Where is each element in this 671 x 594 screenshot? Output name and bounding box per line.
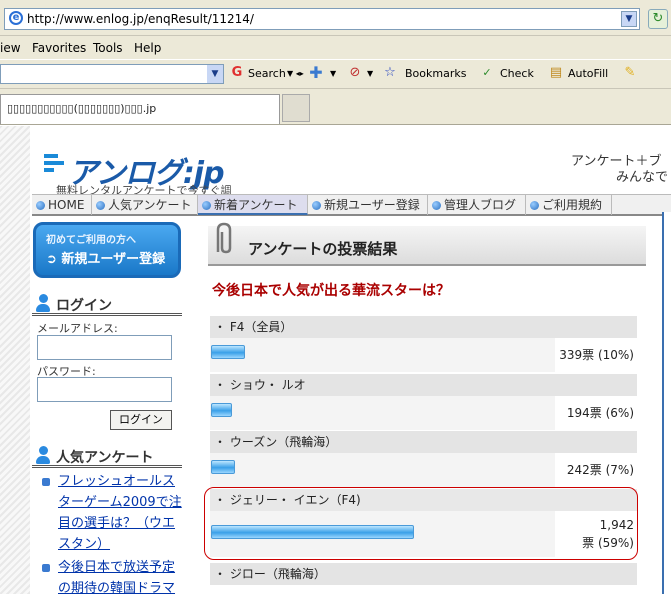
- option-label: ・ ショウ・ ルオ: [210, 374, 637, 396]
- highlighter-icon[interactable]: ✎: [622, 65, 638, 81]
- popular-link-1[interactable]: フレッシュオールスターゲーム2009で注目の選手は？（ウエスタン）: [58, 471, 182, 555]
- toolbar-check-button[interactable]: Check: [500, 67, 534, 80]
- result-option: ・ ショウ・ ルオ 194票 (6%): [210, 374, 637, 430]
- result-title: アンケートの投票結果: [248, 240, 398, 258]
- toolbar-search-input[interactable]: ▼: [0, 64, 224, 84]
- toolbar-autofill-button[interactable]: AutoFill: [568, 67, 608, 80]
- highlight-outline: [204, 487, 638, 560]
- nav-terms[interactable]: ご利用規約: [526, 195, 612, 215]
- option-bar-row: 194票 (6%): [210, 396, 637, 430]
- vote-count: 194票 (6%): [555, 396, 637, 430]
- option-label: ・ F4（全員）: [210, 316, 637, 338]
- password-field[interactable]: [37, 377, 172, 402]
- email-field[interactable]: [37, 335, 172, 360]
- browser-chrome: e http://www.enlog.jp/enqResult/11214/ ▼…: [0, 0, 671, 125]
- option-bar-row: 242票 (7%): [210, 453, 637, 487]
- url-input[interactable]: e http://www.enlog.jp/enqResult/11214/ ▼: [4, 8, 640, 30]
- site-slogan-line2: みんなで: [616, 170, 669, 185]
- result-option: ・ F4（全員） 339票 (10%): [210, 316, 637, 372]
- register-banner-subtitle: 初めてご利用の方へ: [46, 235, 136, 246]
- site-nav: HOME 人気アンケート 新着アンケート 新規ユーザー登録 管理人ブログ ご利用…: [32, 194, 671, 216]
- tab-bar: ▯▯▯▯▯▯▯▯▯▯▯(▯▯▯▯▯▯▯)▯▯▯.jp: [0, 90, 671, 125]
- vote-count: 339票 (10%): [555, 338, 637, 372]
- web-page: アンログ:jp 無料レンタルアンケートで今すぐ調 アンケート＋ブ みんなで HO…: [0, 126, 671, 594]
- popular-link-2[interactable]: 今後日本で放送予定の期待の韓国ドラマ: [58, 557, 182, 594]
- vote-count: 242票 (7%): [555, 453, 637, 487]
- popup-blocker-icon[interactable]: ⊘: [347, 65, 363, 81]
- bullet-icon: [312, 201, 321, 210]
- person-icon: [36, 446, 50, 466]
- chevron-down-icon[interactable]: ▼: [330, 69, 336, 78]
- person-icon: [36, 294, 50, 314]
- vote-bar: [211, 403, 232, 417]
- bullet-icon: [96, 201, 105, 210]
- google-icon: G: [231, 65, 243, 80]
- address-bar: e http://www.enlog.jp/enqResult/11214/ ▼…: [0, 0, 671, 36]
- vote-bar: [211, 345, 245, 359]
- nav-popular[interactable]: 人気アンケート: [92, 195, 198, 215]
- toolbar-bookmarks-button[interactable]: Bookmarks: [405, 67, 466, 80]
- menu-tools[interactable]: Tools: [93, 41, 123, 55]
- toolbar-search-button[interactable]: Search: [248, 67, 286, 80]
- autofill-icon[interactable]: ▤: [548, 65, 564, 81]
- login-button[interactable]: ログイン: [110, 410, 172, 430]
- star-icon[interactable]: ☆: [382, 65, 398, 81]
- url-text: http://www.enlog.jp/enqResult/11214/: [27, 12, 254, 26]
- plus-icon[interactable]: ✚: [308, 65, 324, 81]
- new-tab-button[interactable]: [282, 94, 310, 122]
- option-bar-row: 339票 (10%): [210, 338, 637, 372]
- chevron-down-icon[interactable]: ▼: [621, 11, 637, 27]
- nav-admin-blog[interactable]: 管理人ブログ: [428, 195, 526, 215]
- list-bullet-icon: [42, 564, 50, 572]
- register-banner-title: ➲ 新規ユーザー登録: [46, 252, 166, 267]
- chevron-down-icon[interactable]: ▼ ◂▸: [287, 69, 304, 78]
- bullet-icon: [36, 201, 45, 210]
- popular-heading: 人気アンケート: [32, 444, 182, 468]
- email-label: メールアドレス:: [37, 322, 118, 335]
- login-heading: ログイン: [32, 292, 182, 316]
- option-label: ・ ウーズン（飛輪海）: [210, 431, 637, 453]
- tab-title: ▯▯▯▯▯▯▯▯▯▯▯(▯▯▯▯▯▯▯)▯▯▯.jp: [7, 102, 157, 115]
- menu-favorites[interactable]: Favorites: [32, 41, 86, 55]
- bullet-icon: [530, 201, 539, 210]
- bullet-icon: [432, 201, 441, 210]
- site-logo[interactable]: アンログ:jp: [44, 148, 225, 191]
- result-option: ・ ウーズン（飛輪海） 242票 (7%): [210, 431, 637, 487]
- bullet-icon: [202, 201, 211, 210]
- toolbar: ▼ G Search ▼ ◂▸ ✚ ▼ ⊘ ▼ ☆ Bookmarks ✓ Ch…: [0, 59, 671, 89]
- paperclip-icon: [216, 222, 232, 254]
- menu-bar: iew Favorites Tools Help: [0, 37, 671, 59]
- browser-tab-active[interactable]: ▯▯▯▯▯▯▯▯▯▯▯(▯▯▯▯▯▯▯)▯▯▯.jp: [0, 94, 280, 124]
- nav-register[interactable]: 新規ユーザー登録: [308, 195, 428, 215]
- refresh-go-icon[interactable]: ↻: [648, 9, 668, 29]
- register-banner-button[interactable]: 初めてご利用の方へ ➲ 新規ユーザー登録: [33, 222, 181, 278]
- site-tagline: 無料レンタルアンケートで今すぐ調: [56, 184, 232, 194]
- result-option: ・ ジロー（飛輪海）: [210, 563, 637, 585]
- spellcheck-icon[interactable]: ✓: [479, 65, 495, 81]
- nav-home[interactable]: HOME: [32, 195, 92, 215]
- right-column-edge: [662, 212, 671, 594]
- ie-page-icon: e: [9, 11, 23, 25]
- logo-mark-icon: [44, 154, 64, 175]
- result-header: アンケートの投票結果: [208, 222, 646, 266]
- vote-bar: [211, 460, 235, 474]
- page-margin-stripe: [0, 126, 30, 594]
- menu-help[interactable]: Help: [134, 41, 161, 55]
- question-text: 今後日本で人気が出る華流スターは？: [212, 283, 450, 299]
- option-label: ・ ジロー（飛輪海）: [210, 563, 637, 585]
- chevron-down-icon[interactable]: ▼: [207, 65, 223, 83]
- menu-view[interactable]: iew: [0, 41, 21, 55]
- chevron-down-icon[interactable]: ▼: [367, 69, 373, 78]
- list-bullet-icon: [42, 478, 50, 486]
- nav-new[interactable]: 新着アンケート: [198, 195, 308, 215]
